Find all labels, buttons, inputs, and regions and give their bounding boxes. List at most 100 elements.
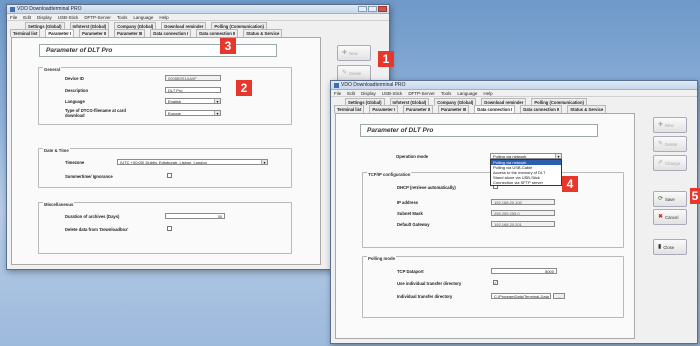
window2-titlebar[interactable]: VDO Downloadterminal PRO <box>331 81 697 90</box>
new-label: New <box>349 50 358 56</box>
minimize-icon[interactable] <box>358 6 367 12</box>
menu-usb[interactable]: USB-Stick <box>58 15 79 20</box>
window1-tabs: Settings (Global) Infoterst (Global) Com… <box>7 21 389 37</box>
language-label: Language <box>65 99 85 104</box>
save-icon: ⟳ <box>658 196 664 202</box>
app-icon <box>10 6 15 12</box>
menu-tools[interactable]: Tools <box>117 15 128 20</box>
new-label: New <box>665 122 674 128</box>
menu-language[interactable]: Language <box>457 91 477 96</box>
dtco-filename-label: Type of DTCO-filename at card download <box>65 108 126 118</box>
tab-parameter-2[interactable]: Parameter II <box>79 29 110 37</box>
window1-menubar: File Edit Display USB-Stick DFTP-Server … <box>7 14 389 21</box>
tab-status-service[interactable]: Status & Service <box>567 105 607 113</box>
cancel-label: Cancel <box>665 214 679 220</box>
maximize-icon[interactable] <box>368 6 377 12</box>
subnet-mask-field[interactable]: 255.255.255.0 <box>491 210 555 216</box>
window2-title: VDO Downloadterminal PRO <box>341 82 406 88</box>
delete-data-label: Delete data from 'Downloadbox' <box>65 227 129 232</box>
window1-titlebar[interactable]: VDO Downloadterminal PRO <box>7 5 389 14</box>
app-icon <box>334 82 339 88</box>
delete-data-checkbox[interactable] <box>167 226 172 231</box>
tab-data-connection-1[interactable]: Data connection I <box>150 29 192 37</box>
menu-edit[interactable]: Edit <box>347 91 355 96</box>
summertime-checkbox[interactable] <box>167 173 172 178</box>
use-transfer-dir-checkbox[interactable]: ✓ <box>493 280 498 285</box>
group-general: General Device ID 0008B0S1AA0F Descripti… <box>38 67 292 125</box>
tcp-dataport-label: TCP Dataport <box>397 269 424 274</box>
menu-dftp[interactable]: DFTP-Server <box>84 15 111 20</box>
tab-terminal-list[interactable]: Terminal list <box>10 29 41 37</box>
tab-parameter-2[interactable]: Parameter II <box>403 105 434 113</box>
group-polling-mode: Polling mode TCP Dataport 8000 Use indiv… <box>362 256 624 318</box>
tab-status-service[interactable]: Status & Service <box>243 29 283 37</box>
device-id-field: 0008B0S1AA0F <box>165 75 221 81</box>
menu-help[interactable]: Help <box>483 91 492 96</box>
tab-parameter-1[interactable]: Parameter I <box>45 29 75 37</box>
menu-file[interactable]: File <box>334 91 341 96</box>
group-date-time: Date & Time Timezone (UTC +00:00) Dublin… <box>38 148 292 188</box>
duration-label: Duration of archives (Days) <box>65 214 120 219</box>
delete-button[interactable]: ✎ Delete <box>337 65 371 81</box>
tab-terminal-list[interactable]: Terminal list <box>334 105 365 113</box>
tab-data-connection-2[interactable]: Data connection II <box>520 105 563 113</box>
menu-display[interactable]: Display <box>37 15 52 20</box>
dtco-filename-select[interactable]: Europe <box>165 110 221 116</box>
default-gateway-field[interactable]: 192.168.20.201 <box>491 221 555 227</box>
save-label: Save <box>665 196 675 202</box>
change-button[interactable]: ✐ Change <box>653 155 687 171</box>
tab-data-connection-1[interactable]: Data connection I <box>474 105 516 113</box>
group-date-time-title: Date & Time <box>43 148 70 153</box>
device-id-label: Device ID <box>65 76 84 81</box>
window1-panel: Parameter of DLT Pro General Device ID 0… <box>11 37 321 265</box>
tab-parameter-1[interactable]: Parameter I <box>369 105 399 113</box>
new-button[interactable]: ✚ New <box>337 45 371 61</box>
transfer-dir-field[interactable]: C:\ProgramData\Terminal-Data <box>491 293 551 299</box>
subnet-mask-label: Subnet Mask <box>397 211 423 216</box>
group-tcp-ip-title: TCP/IP configuration <box>367 172 412 177</box>
tab-parameter-3[interactable]: Parameter III <box>438 105 470 113</box>
menu-file[interactable]: File <box>10 15 17 20</box>
change-icon: ✐ <box>658 160 664 166</box>
window2-tabs: Settings (Global) Infoterst (Global) Com… <box>331 97 697 113</box>
language-select[interactable]: English <box>165 98 221 104</box>
save-button[interactable]: ⟳ Save <box>653 191 687 207</box>
window2-menubar: File Edit Display USB-Stick DFTP-Server … <box>331 90 697 97</box>
browse-button[interactable]: ... <box>553 293 565 299</box>
group-general-title: General <box>43 67 62 72</box>
dhcp-label: DHCP (retrieve automatically) <box>397 185 456 190</box>
tab-data-connection-2[interactable]: Data connection II <box>196 29 239 37</box>
description-label: Description <box>65 88 89 93</box>
timezone-select[interactable]: (UTC +00:00) Dublin, Edinburgh, Lisbon, … <box>117 159 268 165</box>
window2-panel: Parameter of DLT Pro Operation mode Poll… <box>335 113 635 339</box>
close-label: Close <box>663 244 675 250</box>
summertime-label: Summertime/ Ignorance <box>65 174 113 179</box>
menu-language[interactable]: Language <box>133 15 153 20</box>
delete-button[interactable]: ✎ Delete <box>653 136 687 152</box>
ip-address-field[interactable]: 192.168.20.100 <box>491 199 555 205</box>
menu-help[interactable]: Help <box>159 15 168 20</box>
tcp-dataport-field[interactable]: 8000 <box>491 268 557 274</box>
duration-field[interactable]: 30 <box>165 213 225 219</box>
close-door-icon: ▮ <box>658 244 662 250</box>
menu-usb[interactable]: USB-Stick <box>382 91 403 96</box>
delete-icon: ✎ <box>658 141 664 147</box>
menu-tools[interactable]: Tools <box>441 91 452 96</box>
transfer-dir-label: Individual transfer directory <box>397 294 453 299</box>
close-icon[interactable] <box>378 6 387 12</box>
new-button[interactable]: ✚ New <box>653 117 687 133</box>
timezone-label: Timezone <box>65 160 85 165</box>
option-sftp[interactable]: Connection via SFTP server <box>491 180 561 185</box>
group-misc-title: Miscellaneous <box>43 202 75 207</box>
menu-dftp[interactable]: DFTP-Server <box>408 91 435 96</box>
tab-parameter-3[interactable]: Parameter III <box>114 29 146 37</box>
close-button[interactable]: ▮ Close <box>653 239 687 255</box>
callout-4: 4 <box>562 176 578 192</box>
description-field[interactable]: DLT Pro <box>165 87 221 93</box>
callout-5: 5 <box>690 188 700 204</box>
menu-edit[interactable]: Edit <box>23 15 31 20</box>
delete-icon: ✎ <box>342 70 348 76</box>
menu-display[interactable]: Display <box>361 91 376 96</box>
callout-2: 2 <box>236 80 252 96</box>
cancel-button[interactable]: ✖ Cancel <box>653 209 687 225</box>
